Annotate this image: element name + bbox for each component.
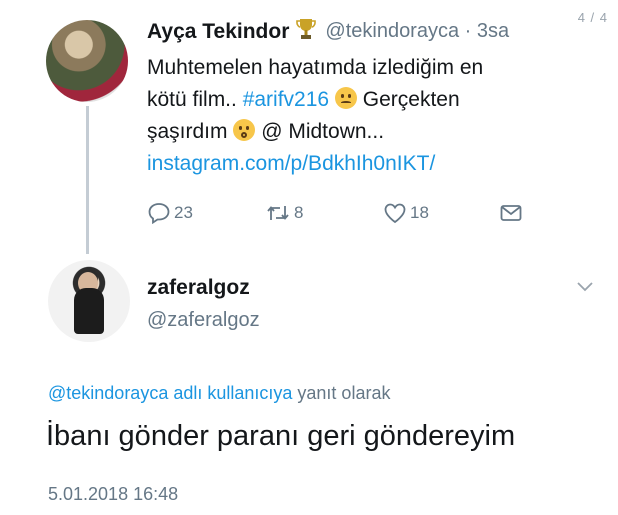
like-button[interactable]: 18 xyxy=(383,202,429,224)
reply-text: İbanı gönder paranı geri göndereyim xyxy=(46,420,516,452)
page-counter: 4 / 4 xyxy=(577,10,608,25)
reply-count: 23 xyxy=(174,203,193,222)
reply-display-name[interactable]: zaferalgoz xyxy=(147,276,250,300)
avatar[interactable] xyxy=(46,20,128,102)
worried-face-icon xyxy=(233,119,256,141)
tweet-timestamp[interactable]: 5.01.2018 16:48 xyxy=(48,484,178,505)
tweet-text-line: kötü film.. #arifv216 Gerçekten xyxy=(147,87,460,111)
display-name[interactable]: Ayça Tekindor xyxy=(147,20,289,44)
dm-button[interactable] xyxy=(499,202,523,224)
chevron-down-icon[interactable] xyxy=(576,280,594,298)
tweet-time[interactable]: · 3sa xyxy=(459,20,509,43)
like-count: 18 xyxy=(410,203,429,222)
reply-context: @tekindorayca adlı kullanıcıya yanıt ola… xyxy=(48,383,391,403)
instagram-link-line: instagram.com/p/BdkhIh0nIKT/ xyxy=(147,148,577,180)
retweet-count: 8 xyxy=(294,203,304,222)
reply-mention-link[interactable]: @tekindorayca adlı kullanıcıya xyxy=(48,383,292,403)
reply-user-handle[interactable]: @zaferalgoz xyxy=(147,309,260,332)
reply-avatar[interactable] xyxy=(48,260,130,342)
tweet-header: Ayça Tekindor @tekindorayca · 3sa xyxy=(147,18,509,45)
hashtag-link[interactable]: #arifv216 xyxy=(243,88,329,111)
reply-icon xyxy=(148,203,170,224)
tweet-text-line: Muhtemelen hayatımda izlediğim en xyxy=(147,56,484,79)
instagram-link[interactable]: instagram.com/p/BdkhIh0nIKT/ xyxy=(147,152,435,175)
retweet-button[interactable]: 8 xyxy=(265,202,303,224)
like-icon xyxy=(384,203,406,224)
dm-icon xyxy=(500,205,522,221)
frowning-face-icon xyxy=(334,87,357,109)
tweet-text-line: şaşırdım @ Midtown... xyxy=(147,119,385,143)
trophy-icon xyxy=(296,18,317,45)
tweet-text: Muhtemelen hayatımda izlediğim en kötü f… xyxy=(147,52,577,180)
thread-line xyxy=(86,106,89,254)
reply-button[interactable]: 23 xyxy=(147,202,193,224)
retweet-icon xyxy=(267,206,289,220)
user-handle[interactable]: @tekindorayca xyxy=(325,20,459,43)
